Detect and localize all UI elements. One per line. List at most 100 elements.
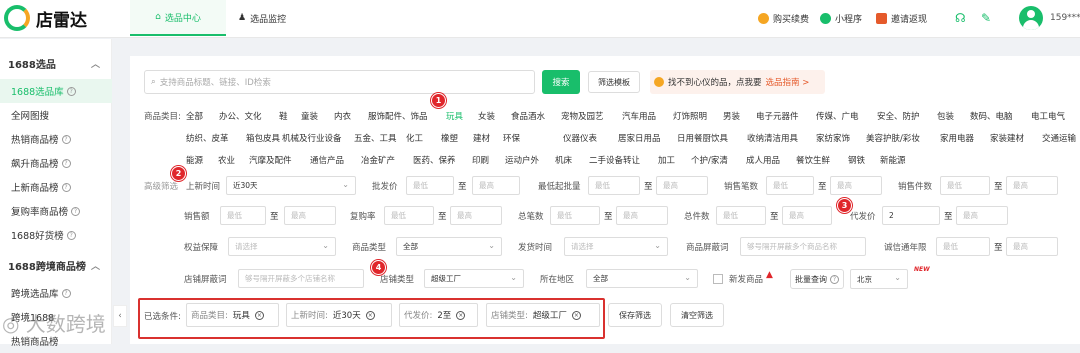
shelf-time-select[interactable]: 近30天 ⌄ [226, 176, 356, 195]
category-item[interactable]: 包装 [937, 110, 954, 122]
category-item[interactable]: 建材 [473, 132, 490, 144]
sidebar-item-1688-library[interactable]: 1688选品库? [0, 79, 112, 103]
category-item[interactable]: 电工电气 [1031, 110, 1065, 122]
category-item[interactable]: 成人用品 [746, 154, 780, 166]
category-item[interactable]: 餐饮生鲜 [796, 154, 830, 166]
category-item[interactable]: 灯饰照明 [673, 110, 707, 122]
sales-count-min-input[interactable]: 最低 [766, 176, 814, 195]
block-words-input[interactable]: 够号隔开屏蔽多个商品名称 [740, 237, 866, 256]
rights-select[interactable]: 请选择 ⌄ [228, 237, 336, 256]
category-item[interactable]: 通信产品 [310, 154, 344, 166]
category-item[interactable]: 鞋 [279, 110, 288, 122]
tab-selection-monitor[interactable]: ♟ 选品监控 [238, 0, 308, 36]
sidebar-item-crossborder-library[interactable]: 跨境选品库? [0, 281, 112, 305]
clear-filter-button[interactable]: 清空筛选 [670, 303, 724, 327]
shop-block-input[interactable]: 够号隔开屏蔽多个店铺名称 [238, 269, 364, 288]
batch-query-button[interactable]: 批量查询? [790, 269, 844, 289]
total-units-max-input[interactable]: 最高 [782, 206, 832, 225]
category-item[interactable]: 玩具 [446, 110, 463, 122]
category-item[interactable]: 农业 [218, 154, 235, 166]
category-item[interactable]: 汽摩及配件 [249, 154, 292, 166]
category-item[interactable]: 加工 [658, 154, 675, 166]
category-item[interactable]: 纺织、皮革 [186, 132, 229, 144]
repurchase-max-input[interactable]: 最高 [450, 206, 502, 225]
category-item[interactable]: 日用餐厨饮具 [677, 132, 728, 144]
category-item[interactable]: 钢铁 [848, 154, 865, 166]
category-item[interactable]: 家用电器 [940, 132, 974, 144]
save-filter-button[interactable]: 保存筛选 [608, 303, 662, 327]
new-product-checkbox[interactable] [713, 274, 723, 284]
buy-renew-link[interactable]: 购买续费 [758, 0, 809, 36]
total-units-min-input[interactable]: 最低 [716, 206, 766, 225]
category-item[interactable]: 机械及行业设备 [282, 132, 342, 144]
sidebar-item-rising[interactable]: 飙升商品榜? [0, 151, 112, 175]
category-item[interactable]: 女装 [478, 110, 495, 122]
sales-units-min-input[interactable]: 最低 [940, 176, 990, 195]
category-item[interactable]: 电子元器件 [756, 110, 799, 122]
sidebar-group-crossborder[interactable]: 1688跨境商品榜 ︿ [0, 253, 112, 277]
category-item[interactable]: 数码、电脑 [970, 110, 1013, 122]
shop-type-select[interactable]: 超级工厂 ⌄ [424, 269, 524, 288]
region-select[interactable]: 全部 ⌄ [586, 269, 698, 288]
category-item[interactable]: 箱包皮具 [246, 132, 280, 144]
logo[interactable]: 店雷达 [4, 5, 87, 31]
username[interactable]: 159*** [1050, 0, 1080, 36]
category-item[interactable]: 服饰配件、饰品 [368, 110, 428, 122]
guide-link[interactable]: 选品指南 > [766, 76, 810, 88]
category-item[interactable]: 印刷 [472, 154, 489, 166]
category-item[interactable]: 新能源 [880, 154, 906, 166]
category-item[interactable]: 个护/家清 [691, 154, 728, 166]
category-item[interactable]: 食品酒水 [511, 110, 545, 122]
sales-units-max-input[interactable]: 最高 [1006, 176, 1058, 195]
search-button[interactable]: 搜索 [542, 70, 580, 94]
city-select[interactable]: 北京 ⌄ [850, 269, 908, 289]
total-orders-min-input[interactable]: 最低 [550, 206, 600, 225]
integrity-max-input[interactable]: 最高 [1006, 237, 1058, 256]
category-item[interactable]: 医药、保养 [413, 154, 456, 166]
category-item[interactable]: 橡塑 [441, 132, 458, 144]
category-item[interactable]: 内衣 [334, 110, 351, 122]
mini-program-link[interactable]: 小程序 [820, 0, 862, 36]
guide-notice[interactable]: 找不到心仪的品，点我要 选品指南 > [650, 70, 825, 94]
headset-icon[interactable]: ☊ [955, 0, 966, 36]
category-item[interactable]: 汽车用品 [622, 110, 656, 122]
min-order-min-input[interactable]: 最低 [588, 176, 640, 195]
category-item[interactable]: 童装 [301, 110, 318, 122]
dropship-min-input[interactable]: 2 [882, 206, 940, 225]
category-item[interactable]: 五金、工具 [354, 132, 397, 144]
category-item[interactable]: 环保 [503, 132, 520, 144]
sidebar-item-image-search[interactable]: 全网图搜 [0, 103, 112, 127]
category-item[interactable]: 安全、防护 [877, 110, 920, 122]
category-item[interactable]: 仪器仪表 [563, 132, 597, 144]
category-item[interactable]: 家纺家饰 [816, 132, 850, 144]
category-item[interactable]: 交通运输 [1042, 132, 1076, 144]
sidebar-item-hot-sales[interactable]: 热销商品榜? [0, 127, 112, 151]
sales-amount-min-input[interactable]: 最低 [220, 206, 266, 225]
category-item[interactable]: 能源 [186, 154, 203, 166]
invite-cashback-link[interactable]: 邀请返现 [876, 0, 927, 36]
avatar[interactable] [1019, 6, 1043, 30]
category-item[interactable]: 全部 [186, 110, 203, 122]
category-item[interactable]: 美容护肤/彩妆 [866, 132, 920, 144]
category-item[interactable]: 传媒、广电 [816, 110, 859, 122]
filter-template-button[interactable]: 筛选模板 [588, 71, 640, 93]
tab-selection-center[interactable]: ⌂ 选品中心 [130, 0, 226, 36]
ship-time-select[interactable]: 请选择 ⌄ [564, 237, 668, 256]
category-item[interactable]: 机床 [555, 154, 572, 166]
category-item[interactable]: 化工 [406, 132, 423, 144]
repurchase-min-input[interactable]: 最低 [384, 206, 434, 225]
collapse-sidebar-button[interactable]: ‹ [113, 305, 127, 327]
category-item[interactable]: 居家日用品 [618, 132, 661, 144]
wholesale-max-input[interactable]: 最高 [472, 176, 520, 195]
category-item[interactable]: 家装建材 [990, 132, 1024, 144]
edit-icon[interactable]: ✎ [981, 0, 991, 36]
product-type-select[interactable]: 全部 ⌄ [396, 237, 502, 256]
sidebar-item-new-arrivals[interactable]: 上新商品榜? [0, 175, 112, 199]
category-item[interactable]: 二手设备转让 [589, 154, 640, 166]
category-item[interactable]: 冶金矿产 [361, 154, 395, 166]
wholesale-min-input[interactable]: 最低 [406, 176, 454, 195]
category-item[interactable]: 办公、文化 [219, 110, 262, 122]
sales-count-max-input[interactable]: 最高 [830, 176, 882, 195]
integrity-min-input[interactable]: 最低 [936, 237, 990, 256]
dropship-max-input[interactable]: 最高 [956, 206, 1008, 225]
